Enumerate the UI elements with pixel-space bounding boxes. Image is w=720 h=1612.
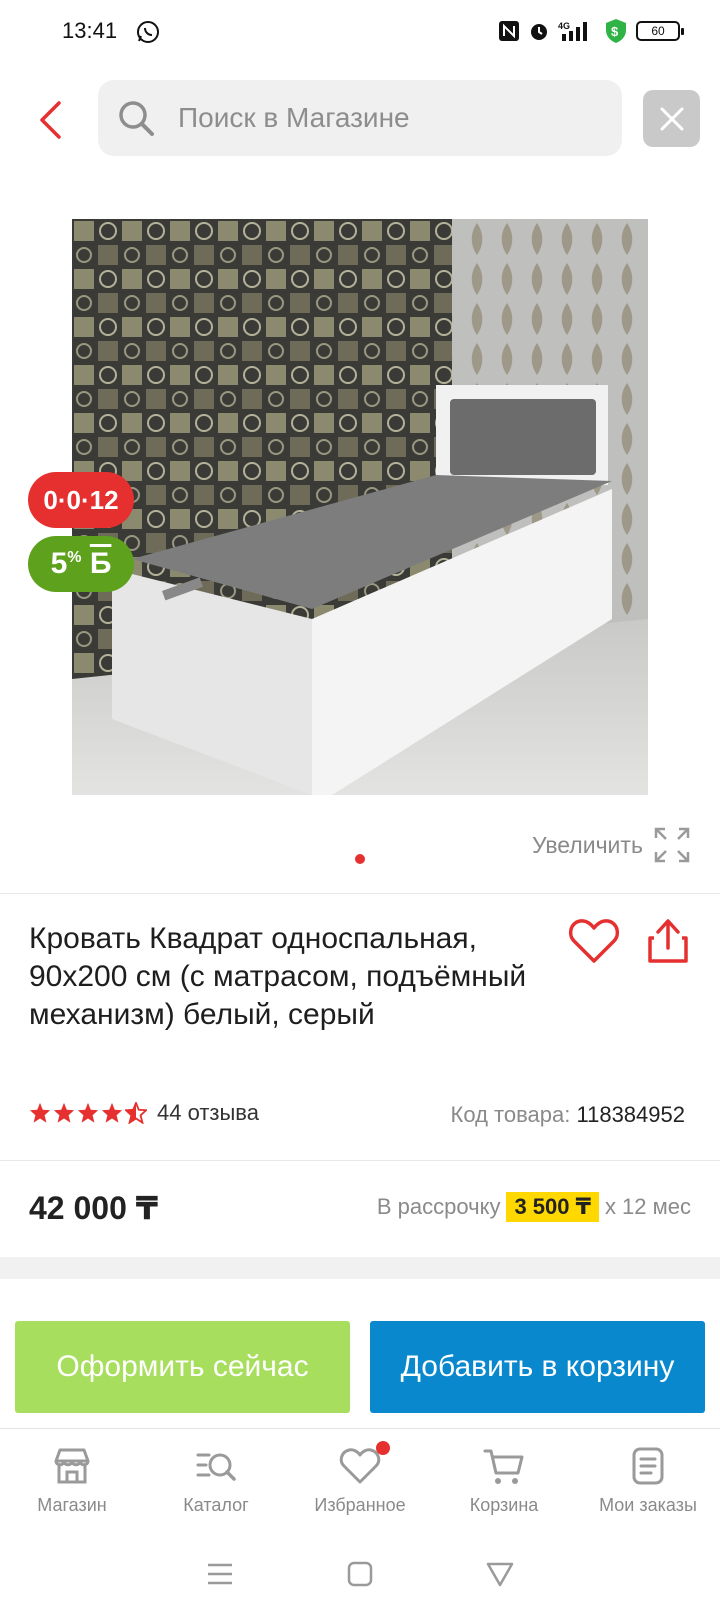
divider [0,893,720,894]
section-separator [0,1257,720,1279]
back-triangle-icon[interactable] [486,1561,514,1587]
svg-text:$: $ [611,24,619,39]
nav-item-orders[interactable]: Мои заказы [576,1429,720,1528]
status-bar: 13:41 4G $ 60 [0,0,720,66]
sku-value: 118384952 [576,1102,686,1127]
installment-amount: 3 500 ₸ [506,1192,599,1222]
nav-label: Магазин [37,1495,107,1515]
whatsapp-icon [137,21,159,43]
nav-label: Мои заказы [599,1495,697,1515]
nav-item-cart[interactable]: Корзина [432,1429,576,1528]
zoom-label: Увеличить [532,831,643,858]
product-photo [72,219,648,795]
close-icon [660,107,683,130]
carousel-indicator-dot [355,854,365,864]
battery-icon: 60 [636,21,684,41]
divider [0,1160,720,1161]
bonus-badge-percent: % [67,549,82,566]
nav-label: Избранное [314,1495,406,1515]
installment-info[interactable]: В рассрочку 3 500 ₸ x 12 мес [377,1192,691,1222]
expand-icon [654,827,690,863]
bonus-badge: 5% Б [28,536,134,592]
sku: Код товара: 118384952 [451,1102,685,1128]
cart-icon [483,1449,524,1484]
rating-stars [29,1102,147,1124]
bonus-badge-value: 5 [50,547,68,580]
svg-text:4G: 4G [558,21,570,31]
nav-label: Каталог [183,1495,249,1515]
home-icon[interactable] [347,1561,373,1587]
nav-label: Корзина [469,1495,539,1515]
search-input[interactable] [178,102,598,134]
favorite-button[interactable] [568,916,620,966]
bottom-navigation: Магазин Каталог Избранное Корзина Мои за… [0,1428,720,1528]
security-icon: $ [606,19,626,43]
alarm-icon [531,24,547,40]
nfc-icon [499,21,519,41]
back-arrow-icon [40,101,61,139]
share-icon [648,919,688,963]
price: 42 000 ₸ [29,1190,159,1226]
zoom-button[interactable]: Увеличить [532,826,691,864]
share-button[interactable] [646,916,690,966]
bonus-symbol-icon: Б [89,547,112,580]
heart-icon [339,1448,381,1484]
star-icon [101,1102,123,1123]
status-icons: 4G $ 60 [498,18,684,44]
installment-badge-text: 0·0·12 [43,484,119,515]
catalog-icon [196,1453,236,1481]
star-icon [29,1102,51,1123]
installment-term: x 12 мес [604,1194,691,1219]
menu-icon[interactable] [206,1562,234,1586]
close-button[interactable] [643,90,700,147]
add-to-cart-button[interactable]: Добавить в корзину [370,1321,705,1413]
notification-dot [376,1441,390,1455]
checkout-now-button[interactable]: Оформить сейчас [15,1321,350,1413]
orders-icon [632,1447,664,1485]
star-icon [77,1102,99,1123]
half-star-icon [125,1102,147,1124]
search-icon [119,101,154,136]
product-image[interactable] [72,219,648,795]
installment-badge: 0·0·12 [28,472,134,528]
search-box[interactable] [98,80,622,156]
shop-icon [54,1448,90,1484]
status-time: 13:41 [62,18,118,43]
heart-icon [568,919,620,963]
reviews-count: 44 отзыва [157,1100,259,1125]
nav-item-catalog[interactable]: Каталог [144,1429,288,1528]
star-icon [53,1102,75,1123]
system-navigation [0,1535,720,1612]
nav-item-favorites[interactable]: Избранное [288,1429,432,1528]
product-title: Кровать Квадрат односпальная, 90x200 см … [29,922,527,1031]
signal-icon: 4G [558,21,587,41]
nav-item-shop[interactable]: Магазин [0,1429,144,1528]
back-button[interactable] [28,90,72,150]
sku-label: Код товара: [450,1102,571,1127]
rating-row[interactable]: 44 отзыва [29,1100,259,1126]
installment-label: В рассрочку [376,1194,501,1219]
